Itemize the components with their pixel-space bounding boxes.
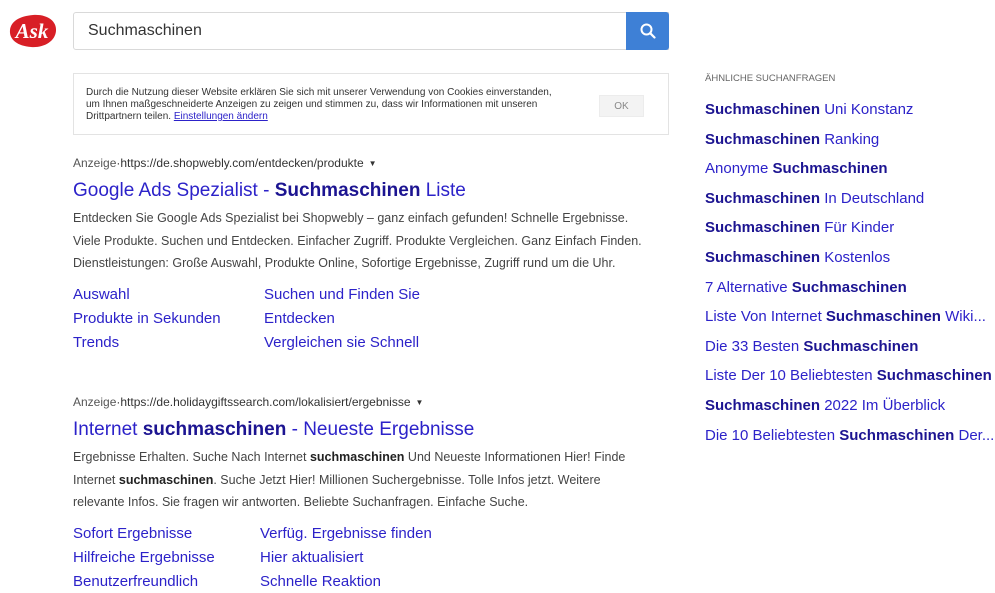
- ad-desc-keyword: suchmaschinen: [118, 472, 214, 487]
- related-keyword: Suchmaschinen: [803, 337, 919, 355]
- related-search-link[interactable]: Liste Von Internet Suchmaschinen Wiki...: [705, 302, 995, 332]
- sitelink[interactable]: Trends: [73, 331, 264, 355]
- related-search-link[interactable]: Suchmaschinen Für Kinder: [705, 213, 995, 243]
- related-search-link[interactable]: Suchmaschinen Ranking: [705, 125, 995, 155]
- related-keyword: Suchmaschinen: [839, 426, 955, 444]
- cookie-text: Durch die Nutzung dieser Website erkläre…: [86, 87, 556, 123]
- related-list: Suchmaschinen Uni Konstanz Suchmaschinen …: [705, 95, 995, 450]
- sitelink[interactable]: Auswahl: [73, 283, 264, 307]
- related-search-link[interactable]: Suchmaschinen Kostenlos: [705, 243, 995, 273]
- sitelink[interactable]: Sofort Ergebnisse: [73, 522, 260, 546]
- ad-description: Ergebnisse Erhalten. Suche Nach Internet…: [73, 446, 648, 514]
- related-text: 2022 Im Überblick: [820, 396, 946, 414]
- ad-label: Anzeige: [73, 156, 117, 170]
- cookie-ok-button[interactable]: OK: [599, 95, 644, 117]
- ad-title-bold: suchmaschinen: [142, 419, 287, 440]
- ad-title-pre: Internet: [73, 419, 143, 440]
- ad-sitelinks: Sofort Ergebnisse Verfüg. Ergebnisse fin…: [73, 522, 669, 593]
- svg-text:Ask: Ask: [14, 19, 49, 43]
- related-search-link[interactable]: Liste Der 10 Beliebtesten Suchmaschinen: [705, 361, 995, 391]
- ad-result: Anzeige · https://de.holidaygiftssearch.…: [73, 393, 669, 593]
- related-keyword: Suchmaschinen: [876, 367, 992, 385]
- dropdown-arrow-icon[interactable]: ▼: [369, 159, 377, 168]
- related-text: Anonyme: [705, 160, 773, 178]
- search-box: [73, 12, 669, 50]
- related-keyword: Suchmaschinen: [772, 160, 888, 178]
- related-keyword: Suchmaschinen: [705, 101, 821, 118]
- related-search-link[interactable]: Suchmaschinen 2022 Im Überblick: [705, 391, 995, 421]
- related-text: Wiki...: [940, 308, 986, 326]
- sitelink[interactable]: Schnelle Reaktion: [260, 570, 520, 593]
- ad-title-link[interactable]: Google Ads Spezialist - Suchmaschinen Li…: [73, 178, 669, 204]
- ad-title-link[interactable]: Internet suchmaschinen - Neueste Ergebni…: [73, 417, 669, 443]
- dropdown-arrow-icon[interactable]: ▼: [416, 398, 424, 407]
- related-text: Liste Der 10 Beliebtesten: [705, 367, 877, 385]
- sitelink[interactable]: Verfüg. Ergebnisse finden: [260, 522, 520, 546]
- related-text: Liste Von Internet: [705, 308, 826, 326]
- related-keyword: Suchmaschinen: [705, 248, 821, 266]
- related-search-link[interactable]: Suchmaschinen Uni Konstanz: [705, 95, 995, 125]
- related-search-link[interactable]: Anonyme Suchmaschinen: [705, 154, 995, 184]
- ad-url: https://de.holidaygiftssearch.com/lokali…: [120, 395, 411, 409]
- ad-meta: Anzeige · https://de.holidaygiftssearch.…: [73, 393, 669, 411]
- sitelink[interactable]: Vergleichen sie Schnell: [264, 331, 524, 355]
- related-text: Der...: [954, 426, 995, 444]
- ad-url: https://de.shopwebly.com/entdecken/produ…: [120, 156, 364, 170]
- ad-result: Anzeige · https://de.shopwebly.com/entde…: [73, 154, 669, 355]
- related-heading: Ähnliche Suchanfragen: [705, 73, 836, 84]
- ad-title-post: Liste: [420, 180, 466, 201]
- ad-title-post: - Neueste Ergebnisse: [286, 419, 475, 440]
- related-text: Die 33 Besten: [705, 337, 804, 355]
- search-icon: [640, 23, 656, 39]
- ad-label: Anzeige: [73, 395, 117, 409]
- related-text: Ranking: [820, 130, 880, 148]
- related-text: In Deutschland: [820, 189, 925, 207]
- related-text: Uni Konstanz: [820, 101, 914, 118]
- related-searches: Ähnliche Suchanfragen Suchmaschinen Uni …: [705, 70, 995, 450]
- cookie-notice: Durch die Nutzung dieser Website erkläre…: [73, 73, 669, 135]
- sitelink[interactable]: Produkte in Sekunden: [73, 307, 264, 331]
- related-text: Die 10 Beliebtesten: [705, 426, 840, 444]
- sitelink[interactable]: Hilfreiche Ergebnisse: [73, 546, 260, 570]
- related-keyword: Suchmaschinen: [705, 396, 821, 414]
- related-keyword: Suchmaschinen: [825, 308, 941, 326]
- related-search-link[interactable]: 7 Alternative Suchmaschinen: [705, 273, 995, 303]
- related-search-link[interactable]: Die 10 Beliebtesten Suchmaschinen Der...: [705, 421, 995, 451]
- related-text: Für Kinder: [820, 219, 895, 237]
- sitelink[interactable]: Benutzerfreundlich: [73, 570, 260, 593]
- related-keyword: Suchmaschinen: [705, 219, 821, 237]
- search-button[interactable]: [626, 12, 669, 50]
- ad-sitelinks: Auswahl Suchen und Finden Sie Produkte i…: [73, 283, 669, 355]
- ad-title-pre: Google Ads Spezialist -: [73, 180, 275, 201]
- sitelink[interactable]: Entdecken: [264, 307, 524, 331]
- related-text: Kostenlos: [820, 248, 891, 266]
- related-search-link[interactable]: Suchmaschinen In Deutschland: [705, 184, 995, 214]
- ad-desc-text: Entdecken Sie Google Ads Spezialist bei …: [73, 211, 642, 270]
- ad-desc-keyword: suchmaschinen: [309, 450, 405, 464]
- search-input[interactable]: [74, 13, 668, 49]
- sitelink[interactable]: Hier aktualisiert: [260, 546, 520, 570]
- cookie-settings-link[interactable]: Einstellungen ändern: [174, 111, 268, 122]
- ad-meta: Anzeige · https://de.shopwebly.com/entde…: [73, 154, 669, 172]
- related-text: 7 Alternative: [705, 278, 792, 296]
- sitelink[interactable]: Suchen und Finden Sie: [264, 283, 524, 307]
- related-search-link[interactable]: Die 33 Besten Suchmaschinen: [705, 332, 995, 362]
- ad-title-bold: Suchmaschinen: [274, 180, 421, 201]
- related-keyword: Suchmaschinen: [791, 278, 907, 296]
- ask-logo[interactable]: Ask: [7, 12, 59, 50]
- cookie-message: Durch die Nutzung dieser Website erkläre…: [86, 87, 552, 122]
- related-keyword: Suchmaschinen: [705, 189, 821, 207]
- ad-desc-text: Ergebnisse Erhalten. Suche Nach Internet: [73, 450, 310, 464]
- ad-description: Entdecken Sie Google Ads Spezialist bei …: [73, 207, 648, 275]
- related-keyword: Suchmaschinen: [705, 130, 821, 148]
